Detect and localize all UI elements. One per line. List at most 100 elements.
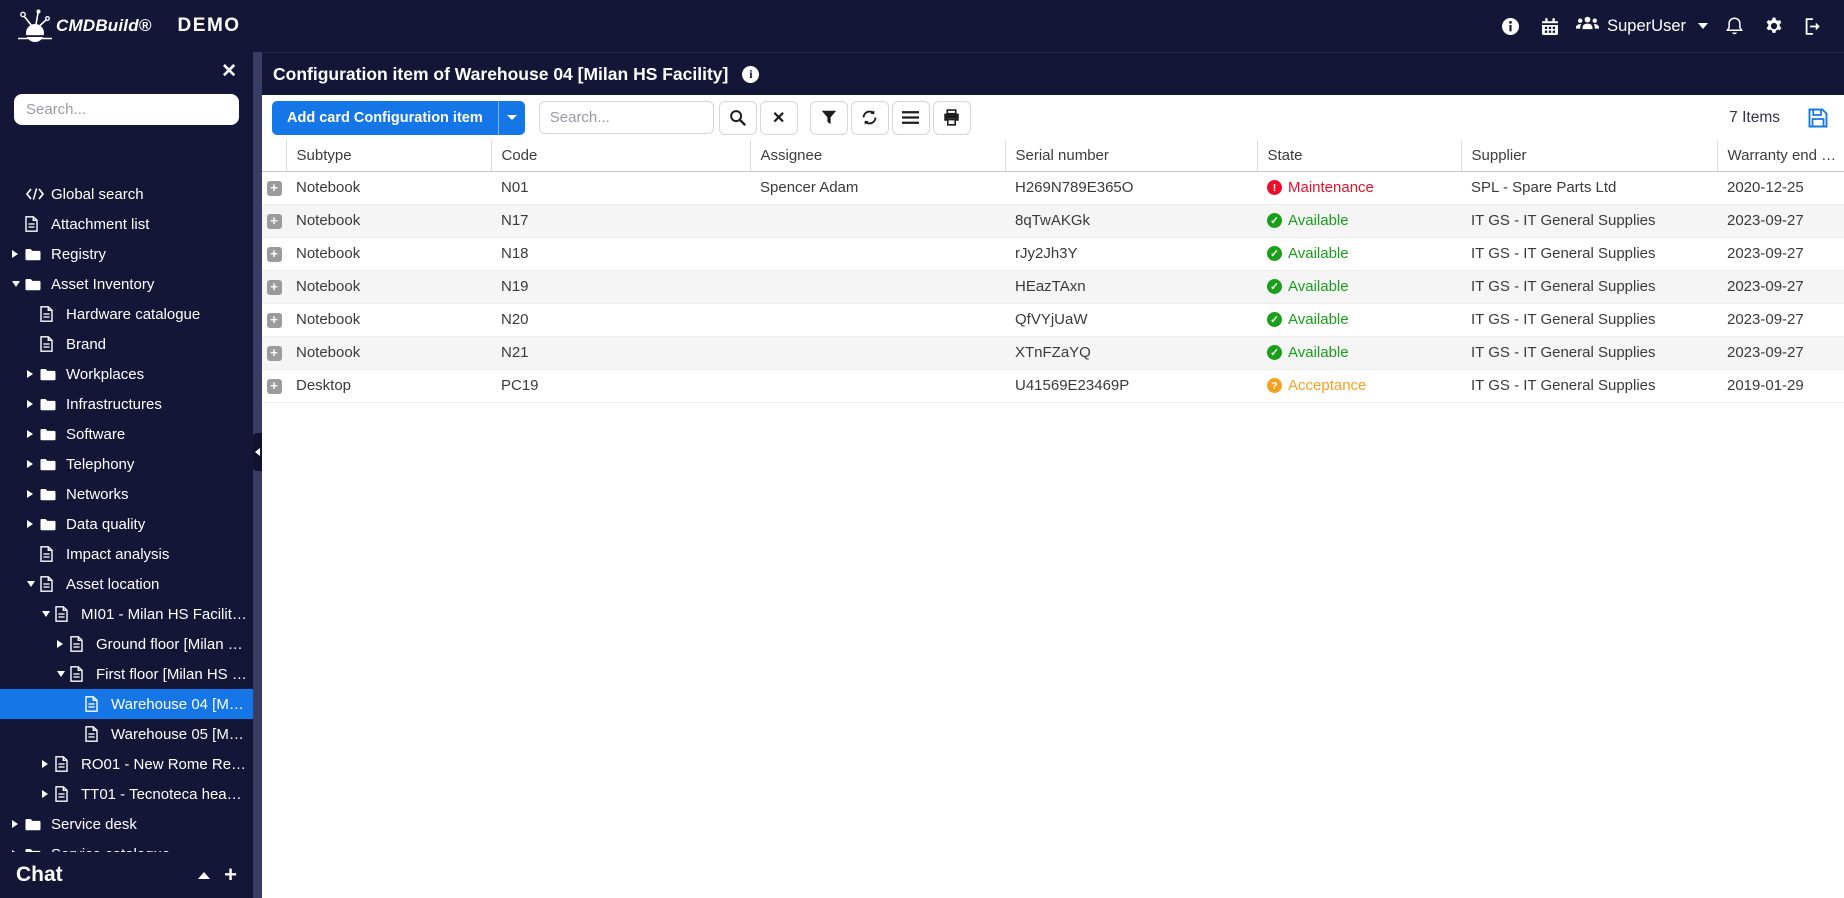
caret-down-icon[interactable] [57, 671, 70, 677]
subtype-cell: Notebook [286, 171, 491, 205]
tree-item[interactable]: Impact analysis [0, 539, 253, 569]
table-row[interactable]: + Desktop PC19 U41569E23469P? Acceptance IT G… [262, 369, 1844, 403]
tree-item-label: Registry [51, 245, 107, 263]
caret-right-icon[interactable] [27, 430, 40, 438]
notifications-bell-icon[interactable] [1714, 6, 1754, 46]
chat-add-icon[interactable]: + [224, 864, 237, 886]
tree-item-label: Asset Inventory [51, 275, 155, 293]
expand-row-button[interactable]: + [266, 246, 282, 262]
info-icon[interactable] [1490, 6, 1530, 46]
grid-options-button[interactable] [891, 100, 930, 135]
tree-item[interactable]: Hardware catalogue [0, 299, 253, 329]
table-row[interactable]: + Notebook N20 QfVYjUaW ✓ Available IT GS - IT… [262, 303, 1844, 337]
caret-down-icon[interactable] [27, 581, 40, 587]
column-header[interactable]: Subtype [286, 140, 492, 172]
tree-item[interactable]: RO01 - New Rome Rese… [0, 749, 253, 779]
sidebar-close-icon[interactable]: ✕ [221, 62, 237, 81]
tree-item[interactable]: Data quality [0, 509, 253, 539]
search-button[interactable] [718, 100, 757, 135]
refresh-button[interactable] [850, 100, 889, 135]
subtype-cell: Notebook [286, 204, 491, 238]
settings-gear-icon[interactable] [1754, 6, 1794, 46]
table-row[interactable]: + Notebook N01 Spencer Adam H269N789E365O! Ma… [262, 171, 1844, 205]
sidebar-collapse-handle[interactable] [253, 433, 262, 471]
expand-row-button[interactable]: + [266, 213, 282, 229]
supplier-cell: IT GS - IT General Supplies [1461, 369, 1717, 403]
table-row[interactable]: + Notebook N21 XTnFZaYQ ✓ Available IT GS - IT… [262, 336, 1844, 370]
filter-button[interactable] [809, 100, 848, 135]
caret-right-icon[interactable] [42, 760, 55, 768]
tree-item[interactable]: Asset Inventory [0, 269, 253, 299]
caret-right-icon[interactable] [27, 520, 40, 528]
caret-right-icon[interactable] [27, 460, 40, 468]
table-row[interactable]: + Notebook N18 rJy2Jh3Y ✓ Available IT GS - IT… [262, 237, 1844, 271]
subtype-cell: Notebook [286, 270, 491, 304]
chat-collapse-icon[interactable] [198, 871, 211, 879]
chat-bar[interactable]: Chat + [0, 852, 253, 898]
assignee-cell: Spencer Adam [750, 171, 1005, 205]
column-header[interactable]: Supplier [1461, 140, 1718, 172]
column-header[interactable]: State [1257, 140, 1462, 172]
state-maintenance-icon: ! [1267, 180, 1282, 195]
tree-item[interactable]: Global search [0, 179, 253, 209]
expand-row-button[interactable]: + [266, 345, 282, 361]
assignee-cell [750, 303, 1005, 337]
title-info-icon[interactable]: i [742, 65, 760, 83]
subtype-cell: Notebook [286, 237, 491, 271]
expand-row-button[interactable]: + [266, 279, 282, 295]
save-grid-settings-button[interactable] [1808, 108, 1828, 128]
tree-item[interactable]: Telephony [0, 449, 253, 479]
sidebar-search-input[interactable] [14, 94, 239, 125]
tree-item[interactable]: Workplaces [0, 359, 253, 389]
table-row[interactable]: + Notebook N17 8qTwAKGk ✓ Available IT GS - IT… [262, 204, 1844, 238]
expand-row-button[interactable]: + [266, 378, 282, 394]
tree-item[interactable]: TT01 - Tecnoteca head… [0, 779, 253, 809]
column-header[interactable]: Assignee [750, 140, 1006, 172]
caret-right-icon[interactable] [12, 820, 25, 828]
caret-right-icon[interactable] [42, 790, 55, 798]
tree-item[interactable]: Networks [0, 479, 253, 509]
clear-search-button[interactable]: ✕ [759, 100, 798, 135]
caret-right-icon[interactable] [27, 490, 40, 498]
tree-item[interactable]: Warehouse 04 [Mi… [0, 689, 253, 719]
logout-icon[interactable] [1794, 6, 1834, 46]
caret-right-icon[interactable] [27, 370, 40, 378]
add-card-dropdown-toggle[interactable] [497, 100, 525, 135]
grid-search-input[interactable] [538, 101, 714, 134]
caret-down-icon[interactable] [42, 611, 55, 617]
state-cell: ✓ Available [1257, 303, 1461, 337]
calendar-icon[interactable] [1530, 6, 1570, 46]
add-card-button[interactable]: Add card Configuration item [272, 100, 525, 135]
tree-item[interactable]: First floor [Milan HS F… [0, 659, 253, 689]
sidebar-splitter[interactable] [253, 52, 262, 898]
tree-item[interactable]: Attachment list [0, 209, 253, 239]
table-row[interactable]: + Notebook N19 HEazTAxn ✓ Available IT GS - IT… [262, 270, 1844, 304]
column-header[interactable]: Warranty end d… [1717, 140, 1844, 172]
file-icon [85, 696, 105, 712]
tree-item[interactable]: Brand [0, 329, 253, 359]
tree-item[interactable]: MI01 - Milan HS Facility … [0, 599, 253, 629]
tree-item[interactable]: Service desk [0, 809, 253, 839]
column-header[interactable]: Serial number [1005, 140, 1258, 172]
code-cell: N19 [491, 270, 750, 304]
column-header[interactable]: Code [491, 140, 751, 172]
expand-row-button[interactable]: + [266, 180, 282, 196]
state-available-icon: ✓ [1267, 213, 1282, 228]
expand-row-button[interactable]: + [266, 312, 282, 328]
tree-item[interactable]: Asset location [0, 569, 253, 599]
file-icon [55, 606, 75, 622]
caret-right-icon[interactable] [57, 640, 70, 648]
tree-item[interactable]: Software [0, 419, 253, 449]
tree-item[interactable]: Warehouse 05 [Mi… [0, 719, 253, 749]
tree-item[interactable]: Registry [0, 239, 253, 269]
funnel-icon [821, 110, 836, 125]
tree-item[interactable]: Service catalogue [0, 839, 253, 852]
tree-item[interactable]: Ground floor [Milan … [0, 629, 253, 659]
caret-right-icon[interactable] [27, 400, 40, 408]
caret-right-icon[interactable] [12, 250, 25, 258]
code-cell: N17 [491, 204, 750, 238]
caret-down-icon[interactable] [12, 281, 25, 287]
tree-item[interactable]: Infrastructures [0, 389, 253, 419]
print-button[interactable] [932, 100, 971, 135]
user-menu[interactable]: SuperUser [1576, 16, 1708, 36]
